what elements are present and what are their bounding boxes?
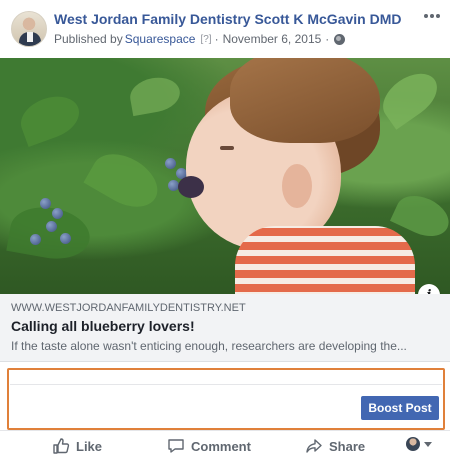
audience-selector[interactable]: [406, 437, 432, 451]
link-title[interactable]: Calling all blueberry lovers!: [11, 318, 195, 334]
chevron-down-icon: [424, 441, 432, 447]
link-preview-image[interactable]: [0, 58, 450, 294]
more-horizontal-icon[interactable]: [422, 8, 442, 24]
like-label: Like: [76, 438, 103, 454]
link-domain: WWW.WESTJORDANFAMILYDENTISTRY.NET: [11, 302, 246, 314]
photo-ear: [282, 164, 312, 208]
audience-selector-icon: [406, 437, 420, 451]
post-meta: Published by Squarespace [?] · November …: [54, 32, 346, 46]
photo-eye: [220, 146, 234, 150]
avatar-shirt: [27, 32, 33, 42]
thumbs-up-icon: [53, 438, 70, 454]
post-date-link[interactable]: November 6, 2015: [223, 32, 322, 46]
photo-shirt: [235, 226, 415, 294]
page-avatar[interactable]: [11, 11, 47, 47]
like-button[interactable]: Like: [52, 435, 102, 457]
comment-button[interactable]: Comment: [167, 435, 251, 457]
publisher-link[interactable]: Squarespace: [125, 32, 196, 46]
share-label: Share: [329, 438, 366, 454]
link-description: If the taste alone wasn't enticing enoug…: [11, 339, 407, 353]
photo-mouth: [178, 176, 204, 198]
meta-separator-2: ·: [325, 32, 330, 46]
page-name-link[interactable]: West Jordan Family Dentistry Scott K McG…: [54, 11, 401, 27]
globe-icon[interactable]: [334, 33, 346, 45]
facebook-post: West Jordan Family Dentistry Scott K McG…: [0, 0, 450, 462]
meta-separator: ·: [214, 32, 219, 46]
boost-post-button[interactable]: Boost Post: [361, 396, 439, 420]
post-header: West Jordan Family Dentistry Scott K McG…: [0, 0, 450, 58]
published-by-label: Published by: [54, 32, 123, 46]
publisher-help-link[interactable]: [?]: [200, 34, 211, 45]
post-action-bar: Like Comment Share: [0, 430, 450, 462]
comment-label: Comment: [191, 438, 251, 454]
speech-bubble-icon: [168, 439, 184, 453]
share-arrow-icon: [306, 439, 322, 453]
share-button[interactable]: Share: [305, 435, 365, 457]
link-preview-caption[interactable]: WWW.WESTJORDANFAMILYDENTISTRY.NET Callin…: [0, 294, 450, 362]
